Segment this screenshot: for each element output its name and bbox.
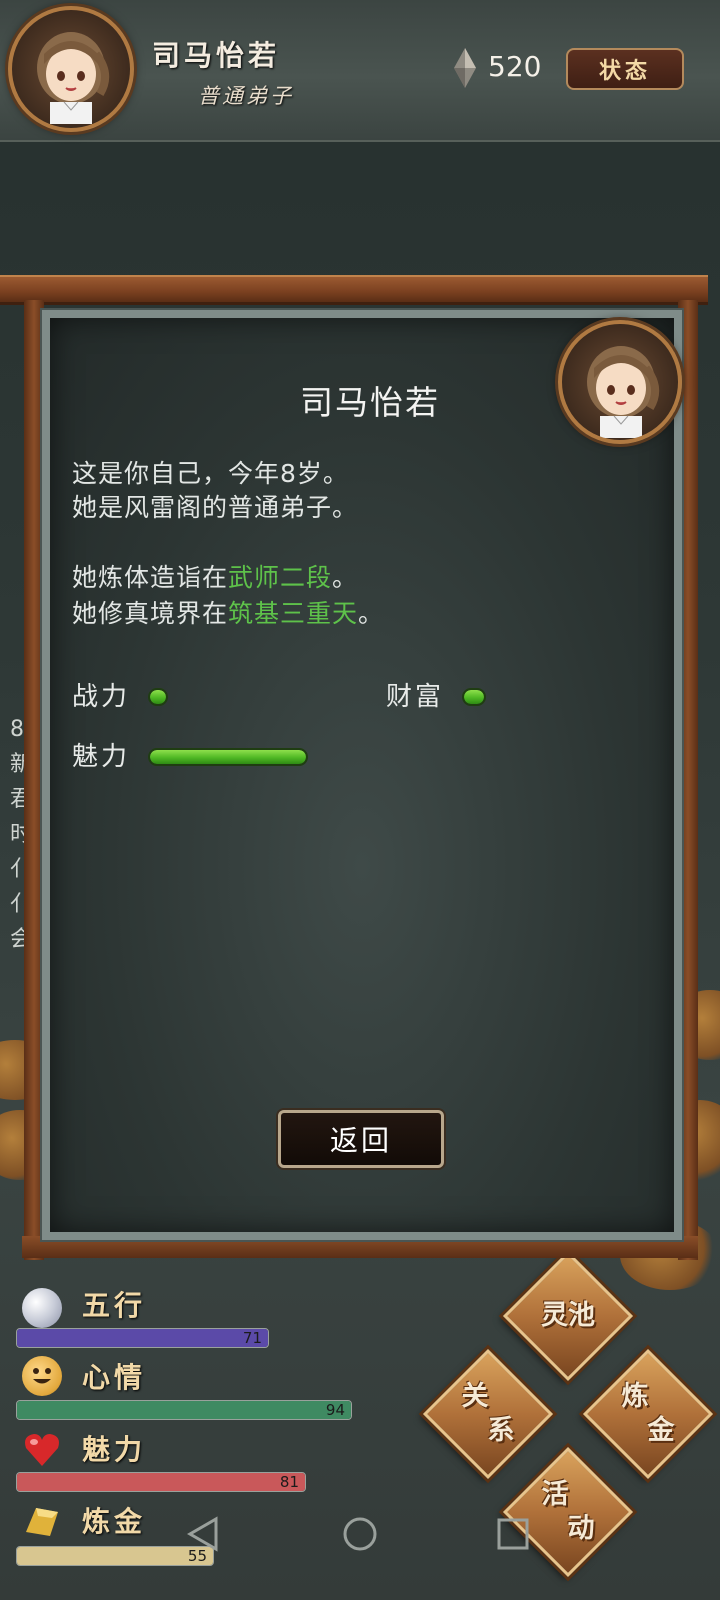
activity-label-top: 活: [541, 1479, 569, 1510]
stat-fill: [17, 1329, 268, 1347]
wealth-bar: [462, 688, 486, 706]
gold-ingot-icon: [26, 1508, 58, 1536]
alchemy-label-bottom: 金: [647, 1415, 675, 1446]
spirit-stone-icon: [454, 48, 476, 88]
stat-fill: [17, 1401, 351, 1419]
player-avatar[interactable]: [8, 6, 134, 132]
realm-suffix: 。: [358, 599, 385, 628]
charm-fill: [150, 750, 306, 764]
stat-bar-mood: 94: [16, 1400, 352, 1420]
body-cultivation-suffix: 。: [332, 563, 359, 592]
character-info-dialog: 司马怡若 这是你自己，今年8岁。 她是风雷阁的普通弟子。 她炼体造诣在武师二段。…: [40, 308, 684, 1242]
stat-label-wuxing: 五行: [82, 1289, 147, 1322]
relations-label-bottom: 系: [487, 1415, 515, 1446]
body-cultivation-level: 武师二段: [228, 563, 333, 592]
back-button[interactable]: 返回: [278, 1110, 444, 1168]
stat-bar-alchemy: 55: [16, 1546, 214, 1566]
top-bar: 司马怡若 普通弟子 520 状态: [0, 0, 720, 142]
nav-home-icon[interactable]: [342, 1516, 378, 1552]
stat-label-charm: 魅力: [82, 1433, 147, 1466]
body-cultivation-prefix: 她炼体造诣在: [72, 563, 229, 592]
charm-label: 魅力: [72, 742, 131, 772]
player-rank: 普通弟子: [198, 84, 294, 108]
activity-button[interactable]: 活 动: [508, 1452, 628, 1572]
desc-line-realm: 她修真境界在筑基三重天。: [72, 594, 384, 630]
alchemy-label-top: 炼: [621, 1381, 649, 1412]
stat-label-alchemy: 炼金: [82, 1505, 147, 1538]
spirit-stone-count: 520: [488, 50, 542, 83]
stat-fill: [17, 1473, 305, 1491]
status-button[interactable]: 状态: [566, 48, 684, 90]
nav-recent-icon[interactable]: [496, 1516, 530, 1552]
combat-power-fill: [150, 690, 166, 704]
wealth-label: 财富: [386, 682, 445, 712]
player-name: 司马怡若: [152, 39, 281, 72]
stat-bar-wuxing: 71: [16, 1328, 269, 1348]
nav-back-icon[interactable]: [186, 1516, 220, 1552]
stat-value-charm: 81: [279, 1473, 299, 1491]
charm-bar: [148, 748, 308, 766]
pearl-icon: [22, 1288, 62, 1328]
wealth-fill: [464, 690, 484, 704]
stat-value-wuxing: 71: [242, 1329, 262, 1347]
dialog-title: 司马怡若: [300, 383, 440, 422]
activity-label-bottom: 动: [567, 1513, 595, 1544]
smiley-face-icon: [33, 1368, 51, 1384]
stat-label-mood: 心情: [82, 1361, 147, 1394]
relations-label-top: 关: [461, 1381, 489, 1412]
combat-power-bar: [148, 688, 168, 706]
spirit-pool-label: 灵池: [541, 1300, 595, 1331]
desc-line-sect: 她是风雷阁的普通弟子。: [72, 493, 359, 522]
stat-fill: [17, 1547, 213, 1565]
stat-value-mood: 94: [325, 1401, 345, 1419]
desc-line-body-cultivation: 她炼体造诣在武师二段。: [72, 558, 358, 594]
realm-level: 筑基三重天: [228, 599, 359, 628]
realm-prefix: 她修真境界在: [72, 599, 229, 628]
modal-frame-left: [24, 300, 44, 1260]
smiley-icon: [22, 1356, 62, 1396]
girl-portrait-icon: [37, 32, 110, 124]
desc-line-age: 这是你自己，今年8岁。: [72, 459, 349, 488]
combat-power-label: 战力: [72, 682, 131, 712]
game-screen: 司马怡若 普通弟子 520 状态 8 新 君 时 亻 亻 会 五行 71 心情 …: [0, 0, 720, 1600]
modal-frame-top: [0, 275, 708, 305]
heart-icon: [25, 1434, 59, 1466]
stat-bar-charm: 81: [16, 1472, 306, 1492]
